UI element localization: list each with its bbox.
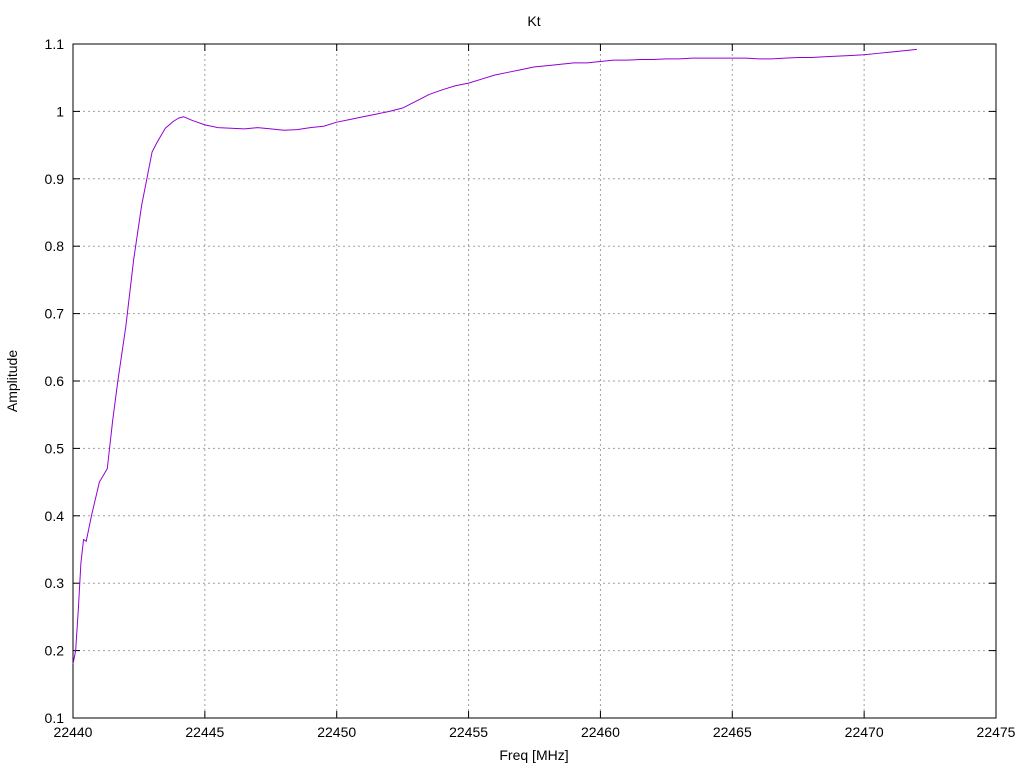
y-tick-label: 0.4 (45, 508, 65, 524)
y-tick-label: 0.5 (45, 440, 65, 456)
x-tick-label: 22445 (185, 724, 224, 740)
y-axis-label: Amplitude (4, 350, 20, 412)
series-line-0 (72, 48, 917, 665)
y-tick-label: 1.1 (45, 36, 65, 52)
y-tick-label: 1 (56, 103, 64, 119)
chart-title: Kt (527, 13, 540, 29)
x-tick-label: 22470 (845, 724, 884, 740)
grid-lines (73, 44, 996, 718)
x-tick-label: 22475 (977, 724, 1016, 740)
y-tick-label: 0.6 (45, 373, 65, 389)
line-chart: 22440 22445 22450 22455 22460 22465 22470 22475… (4, 13, 1016, 763)
series-layer (72, 48, 917, 665)
y-tick-label: 0.9 (45, 171, 65, 187)
y-tick-label: 0.7 (45, 306, 65, 322)
x-axis-label: Freq [MHz] (499, 747, 568, 763)
y-tick-label: 0.3 (45, 575, 65, 591)
x-tick-label: 22440 (54, 724, 93, 740)
x-tick-label: 22450 (317, 724, 356, 740)
y-tick-label: 0.8 (45, 238, 65, 254)
x-tick-label: 22465 (713, 724, 752, 740)
tick-labels: 22440 22445 22450 22455 22460 22465 22470 22475… (45, 36, 1016, 740)
x-tick-label: 22455 (449, 724, 488, 740)
x-tick-label: 22460 (581, 724, 620, 740)
y-tick-label: 0.1 (45, 710, 65, 726)
y-tick-label: 0.2 (45, 643, 65, 659)
